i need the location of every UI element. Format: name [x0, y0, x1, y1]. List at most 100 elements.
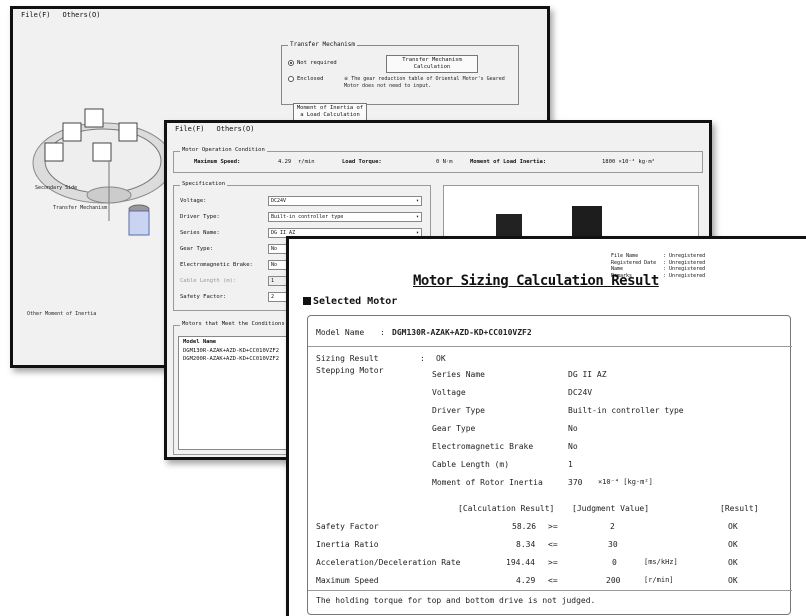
divider: [308, 346, 792, 347]
row-result: OK: [728, 558, 738, 567]
detail-key: Series Name: [432, 370, 485, 379]
moi-calc-button[interactable]: Moment of Inertia of a Load Calculation: [293, 103, 367, 121]
radio-label: Enclosed: [297, 76, 324, 82]
detail-key: Gear Type: [432, 424, 476, 433]
motor-operation-group: Motor Operation Condition Maximum Speed:…: [173, 147, 703, 173]
driver-type-label: Driver Type:: [180, 214, 220, 220]
other-moi-label: Other Moment of Inertia: [27, 311, 97, 317]
row-label: Acceleration/Deceleration Rate: [316, 558, 461, 567]
menu-bar: File(F) Others(O): [13, 9, 547, 23]
load-inertia-value: 1800 ×10⁻⁴ kg·m²: [602, 159, 655, 165]
radio-enclosed[interactable]: Enclosed: [288, 76, 324, 82]
gear-type-value: No: [271, 246, 278, 252]
detail-key: Voltage: [432, 388, 466, 397]
brake-value: No: [271, 262, 278, 268]
menu-bar: File(F) Others(O): [167, 123, 709, 137]
detail-value: 370: [568, 478, 583, 487]
row-calc: 194.44: [506, 558, 535, 567]
radio-selected-icon: [288, 60, 294, 66]
max-speed-unit: r/min: [298, 159, 315, 165]
series-name-label: Series Name:: [180, 230, 220, 236]
load-torque-value: 0 N·m: [436, 159, 453, 165]
section-heading: Selected Motor: [303, 296, 397, 307]
motor-type-label: Stepping Motor: [316, 366, 384, 375]
detail-unit: ×10⁻⁴ [kg·m²]: [598, 478, 653, 486]
square-bullet-icon: [303, 297, 311, 305]
row-result: OK: [728, 540, 738, 549]
footer-note: The holding torque for top and bottom dr…: [316, 596, 596, 605]
row-unit: [r/min]: [644, 576, 674, 584]
results-title: Motors that Meet the Conditions: [180, 321, 287, 327]
menu-others[interactable]: Others(O): [63, 11, 101, 21]
row-op: <=: [548, 540, 558, 549]
safety-factor-value: 2: [271, 294, 275, 300]
detail-value: 1: [568, 460, 573, 469]
model-name-colon: :: [380, 328, 385, 337]
load-inertia-label: Moment of Load Inertia:: [470, 159, 547, 165]
model-name-label: Model Name: [316, 328, 365, 337]
list-item[interactable]: DGM130R-AZAK+AZD-KD+CC010VZF2: [183, 348, 279, 354]
detail-value: Built-in controller type: [568, 406, 684, 415]
motor-operation-title: Motor Operation Condition: [180, 147, 267, 153]
radio-unselected-icon: [288, 76, 294, 82]
radio-not-required[interactable]: Not required: [288, 60, 337, 66]
row-judge: 2: [610, 522, 615, 531]
menu-file[interactable]: File(F): [175, 125, 205, 135]
detail-key: Cable Length (m): [432, 460, 510, 469]
row-calc: 4.29: [516, 576, 536, 585]
brake-label: Electromagnetic Brake:: [180, 262, 253, 268]
chevron-down-icon: ▾: [415, 214, 419, 220]
detail-key: Electromagnetic Brake: [432, 442, 534, 451]
transfer-mechanism-group: Transfer Mechanism Not required Enclosed…: [281, 41, 519, 105]
list-item[interactable]: DGM200R-AZAK+AZD-KD+CC010VZF2: [183, 356, 279, 362]
cable-length-label: Cable Length (m):: [180, 278, 237, 284]
detail-value: No: [568, 424, 578, 433]
sizing-result-report: File Name: Unregistered Registered Date:…: [286, 236, 806, 616]
max-speed-label: Maximum Speed:: [194, 159, 241, 165]
menu-file[interactable]: File(F): [21, 11, 51, 21]
row-label: Safety Factor: [316, 522, 379, 531]
row-op: <=: [548, 576, 558, 585]
transfer-mechanism-calc-button[interactable]: Transfer Mechanism Calculation: [386, 55, 478, 73]
voltage-value: DC24V: [271, 198, 287, 204]
specification-title: Specification: [180, 181, 228, 187]
load-torque-label: Load Torque:: [342, 159, 382, 165]
row-op: >=: [548, 522, 558, 531]
detail-value: DG II AZ: [568, 370, 607, 379]
row-calc: 58.26: [512, 522, 537, 531]
detail-value: DC24V: [568, 388, 593, 397]
row-result: OK: [728, 576, 738, 585]
row-judge: 0: [612, 558, 617, 567]
chevron-down-icon: ▾: [415, 198, 419, 204]
turntable-illustration: [32, 108, 174, 236]
report-title: Motor Sizing Calculation Result: [413, 273, 659, 289]
row-result: OK: [728, 522, 738, 531]
row-label: Maximum Speed: [316, 576, 379, 585]
detail-value: No: [568, 442, 578, 451]
driver-type-value: Built-in controller type: [271, 214, 344, 220]
meta-value: Unregistered: [669, 272, 706, 279]
row-op: >=: [548, 558, 558, 567]
safety-factor-label: Safety Factor:: [180, 294, 227, 300]
row-unit: [ms/kHz]: [644, 558, 678, 566]
divider: [308, 590, 792, 591]
selected-motor-panel: Model Name : DGM130R-AZAK+AZD-KD+CC010VZ…: [307, 315, 792, 615]
col-header-judge: [Judgment Value]: [572, 504, 650, 513]
transfer-mechanism-label: Transfer Mechanism: [53, 205, 108, 211]
voltage-select[interactable]: DC24V ▾: [268, 196, 422, 206]
row-label: Inertia Ratio: [316, 540, 379, 549]
menu-others[interactable]: Others(O): [217, 125, 255, 135]
row-calc: 8.34: [516, 540, 536, 549]
sizing-result-colon: :: [420, 354, 425, 363]
voltage-label: Voltage:: [180, 198, 207, 204]
detail-key: Moment of Rotor Inertia: [432, 478, 543, 487]
driver-type-select[interactable]: Built-in controller type ▾: [268, 212, 422, 222]
sizing-result-value: OK: [436, 354, 446, 363]
col-header-calc: [Calculation Result]: [458, 504, 555, 513]
gear-type-label: Gear Type:: [180, 246, 214, 252]
row-judge: 200: [606, 576, 621, 585]
gear-note: ※ The gear reduction table of Oriental M…: [344, 76, 505, 89]
transfer-mechanism-title: Transfer Mechanism: [288, 41, 358, 48]
detail-key: Driver Type: [432, 406, 485, 415]
cable-length-value: 1: [271, 278, 275, 284]
